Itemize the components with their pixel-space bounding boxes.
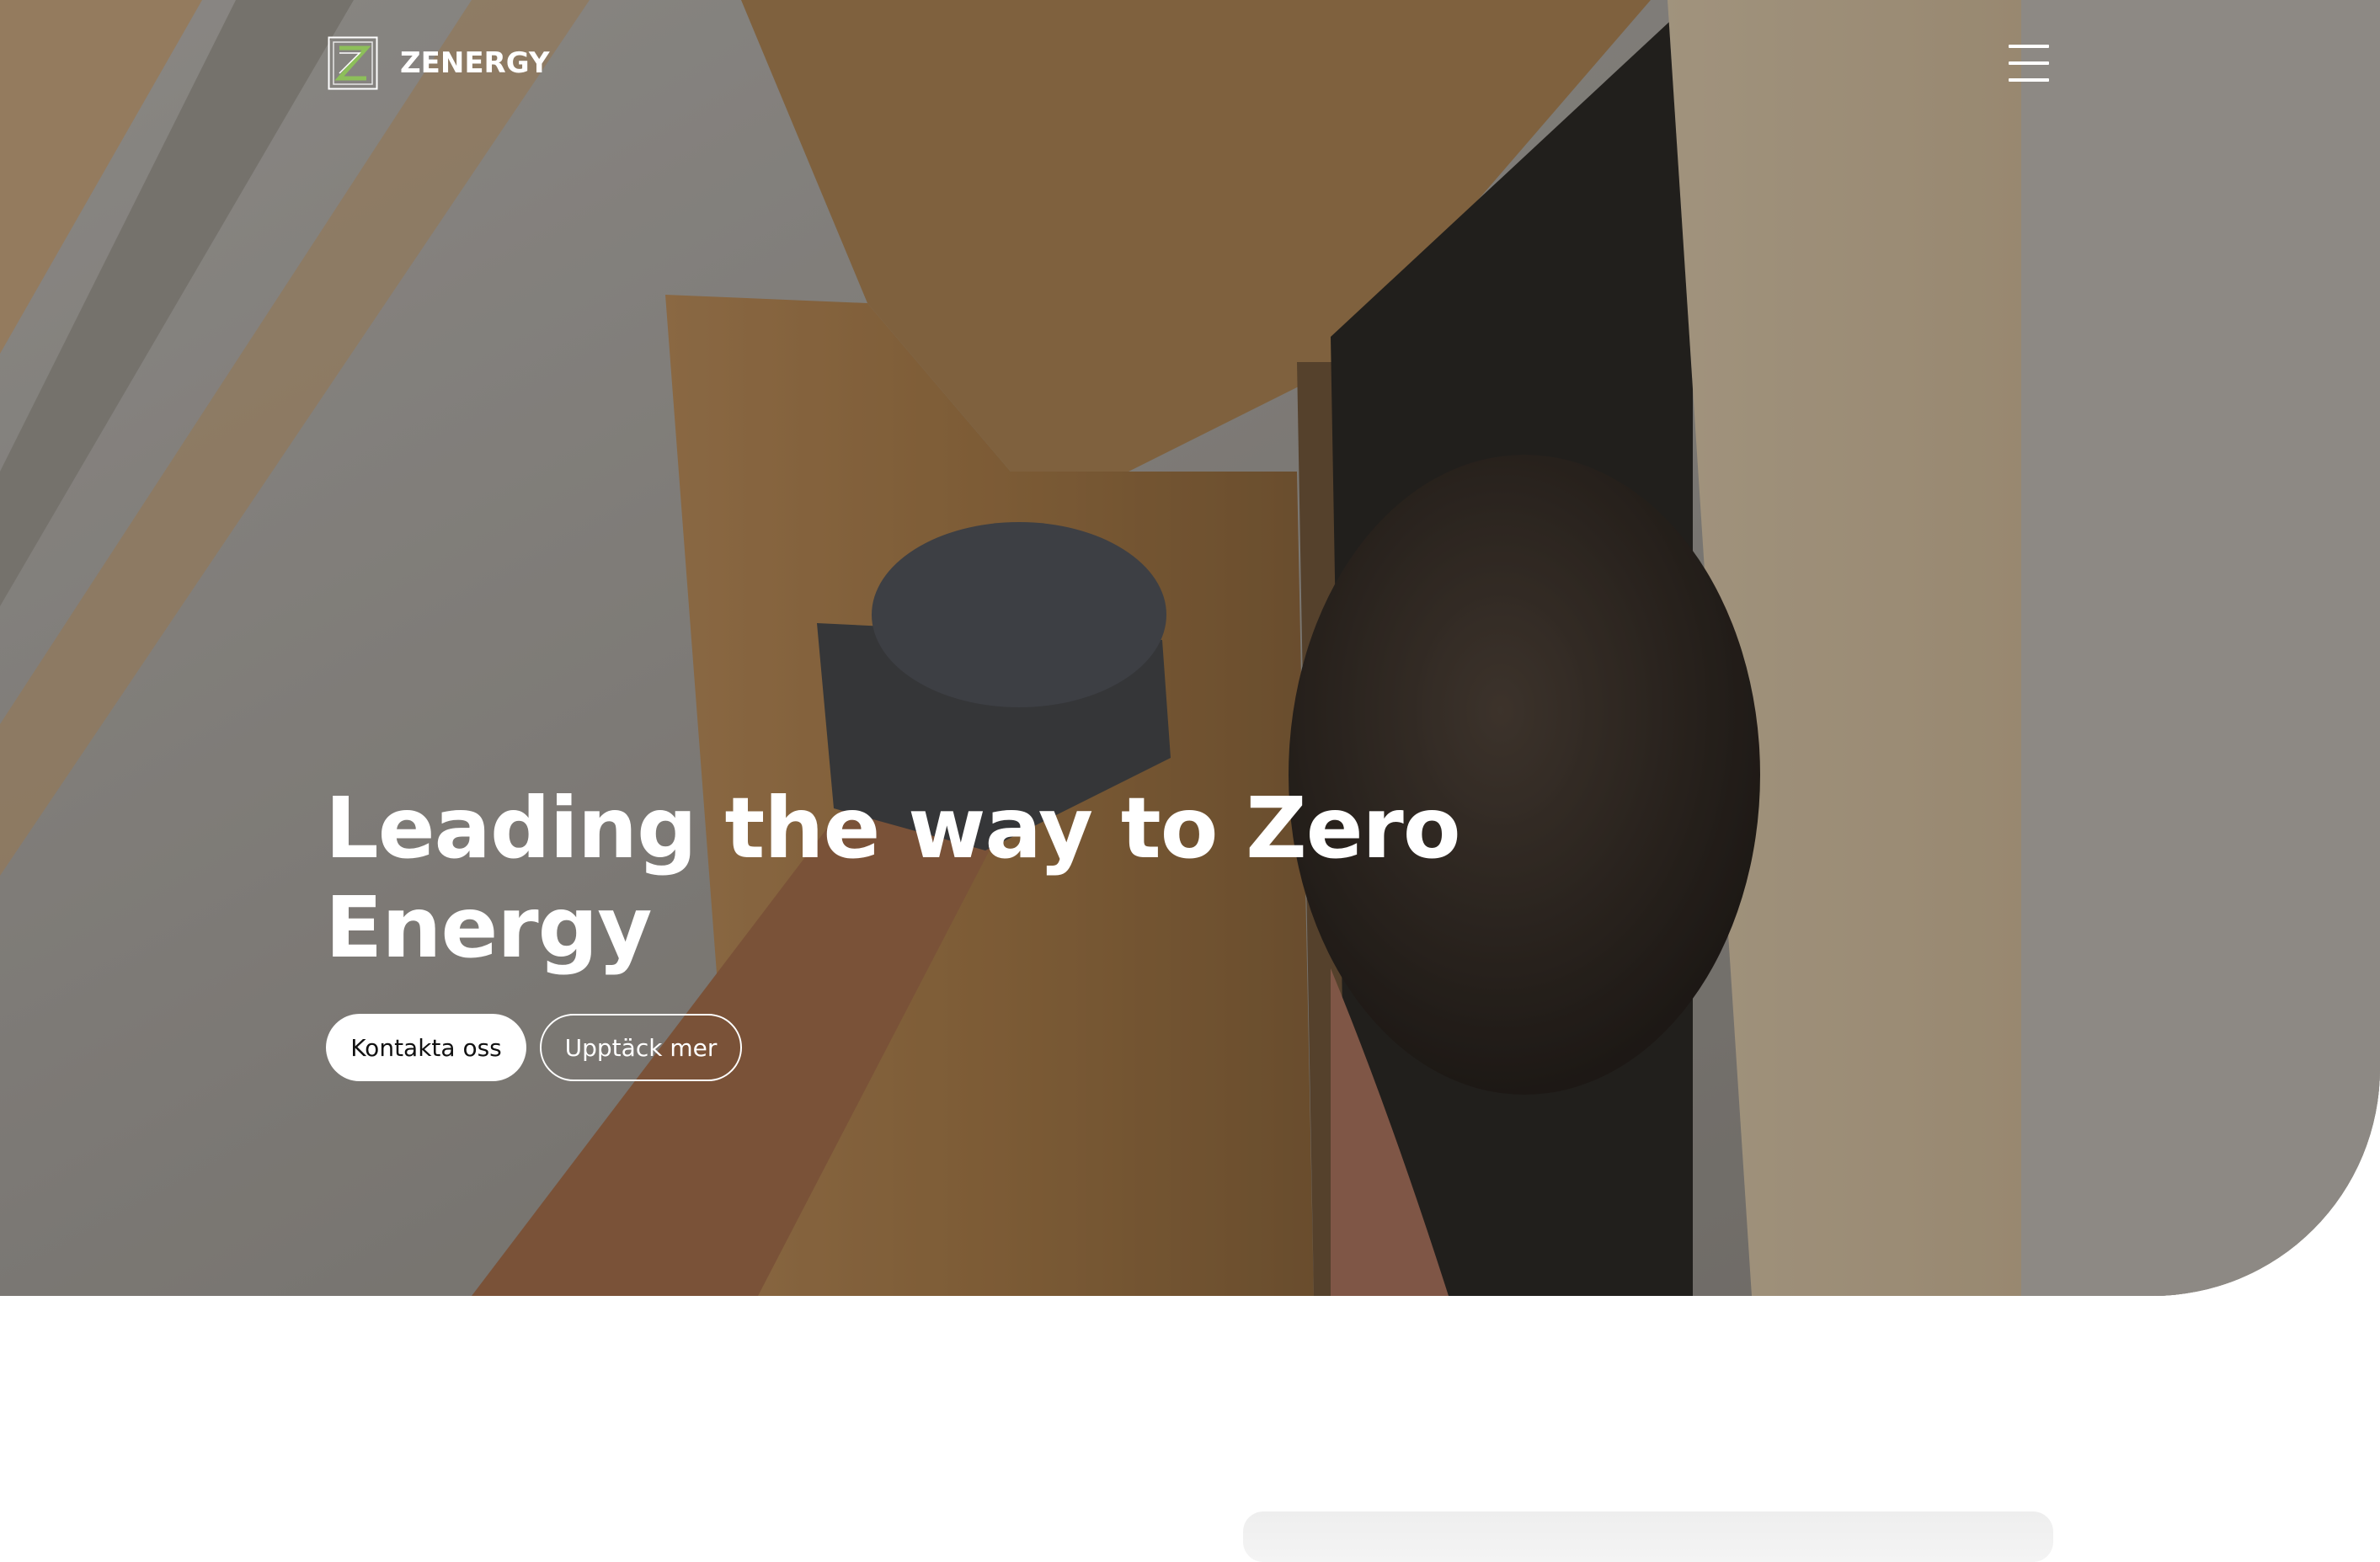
hero-cta-group: Kontakta oss Upptäck mer <box>326 1014 742 1081</box>
content-card-top <box>1243 1511 2053 1562</box>
hero-section: ZENERGY Leading the way to Zero Energy K… <box>0 0 2380 1296</box>
brand-name: ZENERGY <box>400 46 550 80</box>
menu-line <box>2009 78 2049 82</box>
menu-line <box>2009 45 2049 48</box>
logo[interactable]: ZENERGY <box>328 36 550 90</box>
menu-line <box>2009 61 2049 65</box>
site-header: ZENERGY <box>328 36 2052 90</box>
discover-more-button[interactable]: Upptäck mer <box>540 1014 742 1081</box>
hero-dark-overlay <box>0 0 2380 1296</box>
hero-headline: Leading the way to Zero Energy <box>325 779 1461 977</box>
contact-button[interactable]: Kontakta oss <box>326 1014 526 1081</box>
zenergy-z-logo-icon <box>328 36 378 90</box>
hamburger-menu-icon[interactable] <box>2009 45 2052 82</box>
